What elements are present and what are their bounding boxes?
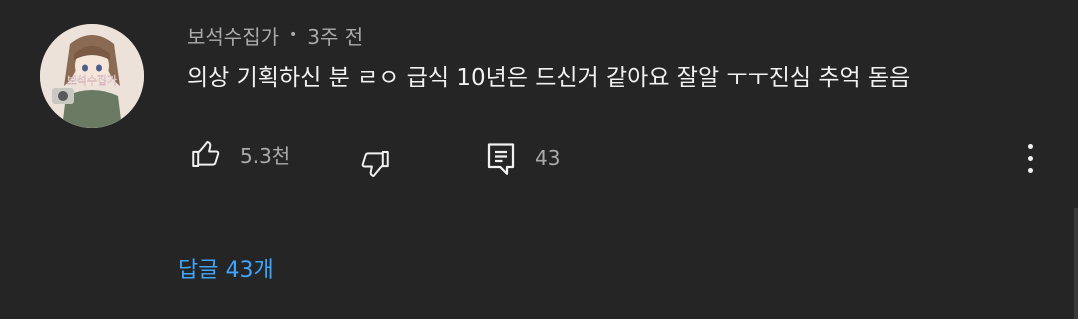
- comment-text: 의상 기획하신 분 ㄹㅇ 급식 10년은 드신거 같아요 잘알 ㅜㅜ진심 추억 …: [187, 65, 911, 91]
- like-button[interactable]: [186, 134, 226, 174]
- dislike-action: [355, 144, 395, 184]
- avatar[interactable]: 보석수집가: [40, 24, 144, 128]
- view-replies-button[interactable]: 답글 43개: [178, 252, 274, 284]
- more-vertical-icon-dot: [1027, 155, 1033, 161]
- author-name[interactable]: 보석수집가: [187, 21, 279, 50]
- thumbs-up-icon: [192, 140, 220, 168]
- like-action: 5.3천: [186, 134, 290, 174]
- dislike-button[interactable]: [355, 144, 395, 184]
- reply-action: 43: [481, 138, 560, 178]
- comment-header: 보석수집가 • 3주 전: [187, 20, 363, 50]
- separator-dot: •: [289, 27, 298, 43]
- more-options-button[interactable]: [1012, 138, 1048, 178]
- like-count: 5.3천: [240, 143, 291, 168]
- avatar-image: 보석수집가: [40, 24, 144, 128]
- comment-thread: 보석수집가 보석수집가 • 3주 전 의상 기획하신 분 ㄹㅇ 급식 10년은 …: [0, 0, 1078, 319]
- avatar-text: 보석수집가: [67, 74, 118, 87]
- more-vertical-icon: [1027, 143, 1033, 149]
- timestamp[interactable]: 3주 전: [307, 21, 363, 50]
- reply-button[interactable]: [481, 138, 521, 178]
- reply-count: 43: [535, 146, 561, 170]
- scrollbar-edge: [1074, 208, 1078, 319]
- thumbs-down-icon: [361, 150, 389, 178]
- more-vertical-icon-dot: [1027, 167, 1033, 173]
- reply-comment-icon: [487, 143, 515, 175]
